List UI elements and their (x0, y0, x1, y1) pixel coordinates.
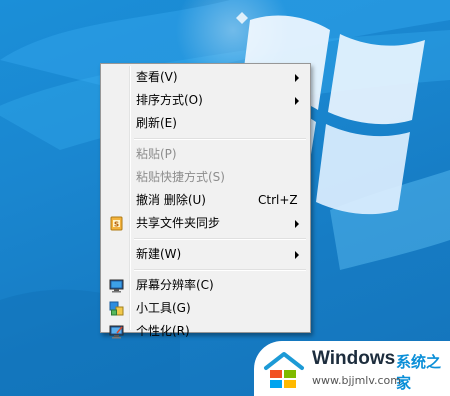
submenu-arrow-icon (295, 251, 299, 259)
menu-item-label: 共享文件夹同步 (136, 216, 221, 230)
menu-item-new[interactable]: 新建(W) (103, 243, 308, 266)
menu-item-paste: 粘贴(P) (103, 143, 308, 166)
menu-item-label: 粘贴快捷方式(S) (136, 170, 225, 184)
menu-item-view[interactable]: 查看(V) (103, 66, 308, 89)
menu-item-label: 刷新(E) (136, 116, 177, 130)
personalize-icon (109, 325, 124, 339)
watermark-url: www.bjjmlv.com (312, 374, 401, 387)
watermark-subtitle: 系统之家 (396, 353, 442, 392)
menu-item-personalize[interactable]: 个性化(R) (103, 320, 308, 343)
menu-item-paste-shortcut: 粘贴快捷方式(S) (103, 166, 308, 189)
submenu-arrow-icon (295, 220, 299, 228)
menu-item-gadgets[interactable]: 小工具(G) (103, 297, 308, 320)
menu-item-screen-resolution[interactable]: 屏幕分辨率(C) (103, 274, 308, 297)
windows-logo-icon (264, 352, 304, 388)
menu-item-label: 屏幕分辨率(C) (136, 278, 214, 292)
menu-separator (134, 138, 306, 140)
site-watermark-badge: Windows 系统之家 www.bjjmlv.com (254, 341, 450, 396)
menu-item-label: 查看(V) (136, 70, 178, 84)
menu-item-label: 排序方式(O) (136, 93, 203, 107)
menu-item-shared-folder-sync[interactable]: S 共享文件夹同步 (103, 212, 308, 235)
submenu-arrow-icon (295, 97, 299, 105)
sync-icon: S (110, 216, 123, 231)
menu-item-label: 粘贴(P) (136, 147, 177, 161)
menu-item-shortcut: Ctrl+Z (258, 193, 298, 207)
display-icon (109, 279, 124, 293)
menu-separator (134, 238, 306, 240)
submenu-arrow-icon (295, 74, 299, 82)
menu-item-label: 新建(W) (136, 247, 182, 261)
watermark-title: Windows (312, 348, 396, 369)
gadgets-icon (109, 301, 124, 316)
desktop-context-menu: 查看(V) 排序方式(O) 刷新(E) 粘贴(P) 粘贴快捷方式(S) 撤消 删… (100, 63, 311, 339)
menu-item-label: 小工具(G) (136, 301, 191, 315)
menu-item-refresh[interactable]: 刷新(E) (103, 112, 308, 135)
menu-item-label: 个性化(R) (136, 324, 190, 338)
svg-text:S: S (114, 221, 119, 229)
menu-item-sort-by[interactable]: 排序方式(O) (103, 89, 308, 112)
menu-item-label: 撤消 删除(U) (136, 193, 206, 207)
menu-item-undo-delete[interactable]: 撤消 删除(U) Ctrl+Z (103, 189, 308, 212)
menu-separator (134, 269, 306, 271)
